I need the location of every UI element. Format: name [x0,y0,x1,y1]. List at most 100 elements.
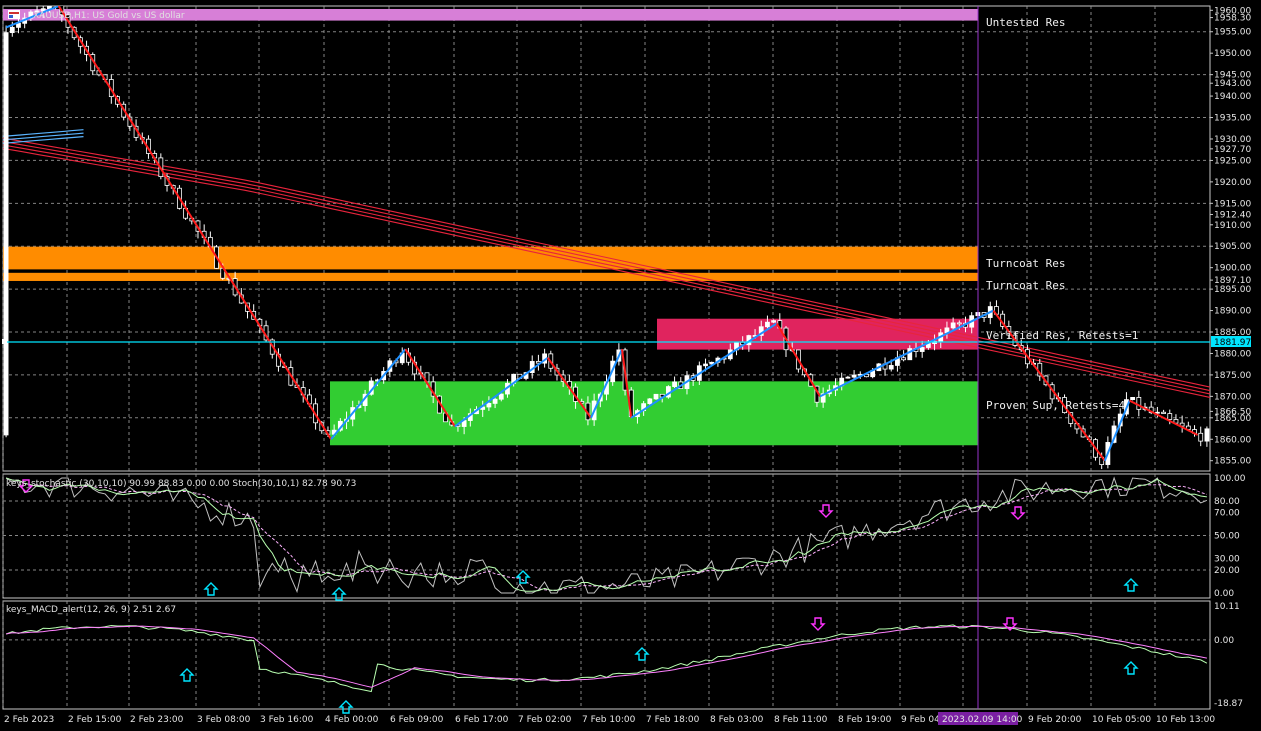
stochastic-title: keys_stochastic (30,10,10) 90.99 88.83 0… [6,479,356,489]
candle-body [54,1,58,5]
price-tick-label-26: 1860.00 [1214,435,1251,445]
zone-label-proven-sup: Proven Sup, Retests=4 [986,399,1125,412]
price-tick-label-3: 1950.00 [1214,49,1251,59]
stoch-tick-label-6: 0.00 [1214,589,1234,599]
stoch-sell-arrow-0 [818,504,834,518]
time-tick-label-7: 6 Feb 17:00 [455,715,509,725]
macd-axis: 10.11 0.00 -18.87 [1214,602,1243,709]
time-tick-label-8: 7 Feb 02:00 [518,715,572,725]
price-tick-label-25: 1865.00 [1214,414,1251,424]
candle-body [1198,432,1204,442]
selected-time-label: 2023.02.09 14:00 [942,715,1023,725]
price-tick-label-2: 1955.00 [1214,28,1251,38]
time-tick-label-2: 2 Feb 23:00 [130,715,184,725]
time-tick-label-6: 6 Feb 09:00 [390,715,444,725]
stoch-buy-arrow-2 [515,570,531,584]
stoch-buy-arrow-3 [1123,578,1139,592]
candle-body [950,322,956,329]
candle-body [851,374,857,378]
price-tick-label-19: 1890.00 [1214,307,1251,317]
trading-chart[interactable]: Untested Res Turncoat Res Turncoat Res V… [0,0,1261,731]
macd-buy-arrow-1 [338,700,354,714]
price-tick-label-27: 1855.00 [1214,457,1251,467]
time-tick-label-9: 7 Feb 10:00 [582,715,636,725]
candle-body [1130,397,1136,401]
macd-tick-label-1: 0.00 [1214,636,1234,646]
candle-body [771,320,777,323]
time-tick-label-16: 10 Feb 05:00 [1092,715,1151,725]
candle-body [901,357,907,361]
time-tick-label-3: 3 Feb 08:00 [197,715,251,725]
stoch-tick-label-2: 70.00 [1214,509,1240,519]
zone-label-verified-res: Verified Res, Retests=1 [986,329,1138,342]
macd-buy-arrow-3 [1123,661,1139,675]
price-tick-label-6: 1940.00 [1214,92,1251,102]
stoch-tick-label-0: 100.00 [1214,474,1246,484]
candle-body [653,393,659,400]
zone-1 [3,246,978,270]
price-tick-label-16: 1900.00 [1214,264,1251,274]
price-tick-label-22: 1875.00 [1214,371,1251,381]
time-tick-label-15: 9 Feb 20:00 [1028,715,1082,725]
time-tick-label-13: 8 Feb 19:00 [838,715,892,725]
price-tick-label-10: 1925.00 [1214,156,1251,166]
price-tick-label-1: 1958.30 [1214,14,1251,24]
symbol-title: XAUUSD,H1: US Gold vs US dollar [33,11,185,21]
macd-buy-arrow-0 [179,668,195,682]
candle-body [672,381,677,387]
macd-title: keys_MACD_alert(12, 26, 9) 2.51 2.67 [6,605,176,615]
price-tick-label-21: 1880.00 [1214,349,1251,359]
time-tick-label-17: 10 Feb 13:00 [1156,715,1215,725]
candle-body [498,393,504,400]
ma-cyan-2 [3,129,84,137]
current-price-start-marker [2,339,7,344]
candle-body [486,403,492,408]
stochastic-axis: 100.00 80.00 70.00 50.00 30.0020.00 0.00 [1214,474,1246,599]
candle-body [47,6,52,10]
macd-sell-arrow-0 [810,617,826,631]
chart-window-icon[interactable] [8,10,20,19]
macd-pane[interactable] [2,600,1211,710]
stoch-tick-label-5: 20.00 [1214,566,1240,576]
price-tick-label-14: 1910.00 [1214,221,1251,231]
candle-body [765,321,770,328]
stoch-sell-arrow-1 [1010,506,1026,520]
time-tick-label-10: 7 Feb 18:00 [646,715,700,725]
candle-body [1204,428,1210,442]
price-axis[interactable]: 1960.001958.301955.001950.001945.001943.… [1210,6,1251,467]
time-tick-label-11: 8 Feb 03:00 [710,715,764,725]
stoch-buy-arrow-0 [203,582,219,596]
candle-body [956,322,962,325]
price-tick-label-12: 1915.00 [1214,199,1251,209]
candle-body [492,398,498,404]
price-tick-label-5: 1943.00 [1214,79,1251,89]
current-price-label: 1881.97 [1214,338,1251,348]
price-tick-label-15: 1905.00 [1214,242,1251,252]
macd-buy-arrow-2 [634,647,650,661]
time-tick-label-0: 2 Feb 2023 [4,715,54,725]
candle-body [9,26,15,34]
candle-body [919,347,925,352]
zone-label-turncoat-res-1: Turncoat Res [986,257,1065,270]
macd-tick-label-2: -18.87 [1214,699,1243,709]
candle-body [888,365,894,370]
zone-4 [330,381,978,446]
time-tick-label-12: 8 Feb 11:00 [774,715,828,725]
time-axis[interactable]: 2 Feb 2023 2 Feb 15:00 2 Feb 23:00 3 Feb 08… [4,715,1215,725]
candle-body [1161,411,1166,414]
price-tick-label-18: 1895.00 [1214,285,1251,295]
zone-label-untested-res: Untested Res [986,16,1065,29]
time-tick-label-1: 2 Feb 15:00 [68,715,122,725]
price-tick-label-23: 1870.00 [1214,392,1251,402]
stoch-tick-label-1: 80.00 [1214,497,1240,507]
price-tick-label-8: 1930.00 [1214,135,1251,145]
macd-tick-label-0: 10.11 [1214,602,1240,612]
price-tick-label-7: 1935.00 [1214,114,1251,124]
price-tick-label-11: 1920.00 [1214,178,1251,188]
candle-body [1136,397,1142,410]
zone-label-turncoat-res-2: Turncoat Res [986,279,1065,292]
stoch-tick-label-4: 30.00 [1214,555,1240,565]
candle-body [845,376,851,379]
zone-2 [3,272,978,281]
stoch-tick-label-3: 50.00 [1214,532,1240,542]
